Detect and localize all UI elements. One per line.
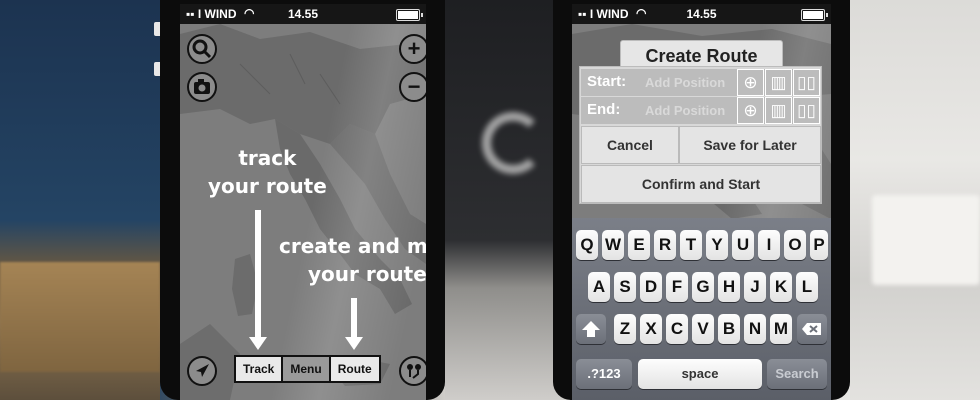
key-i[interactable]: I [758,230,780,260]
numbers-key[interactable]: .?123 [576,359,632,389]
key-r[interactable]: R [654,230,676,260]
annotation-line: create and mod [279,234,426,258]
key-y[interactable]: Y [706,230,728,260]
end-row: End: Add Position ⊕ ▥ ▯▯ [581,97,820,124]
key-n[interactable]: N [744,314,766,344]
clock: 14.55 [686,7,717,21]
end-position-input[interactable]: Add Position [645,103,725,118]
search-icon [192,39,212,59]
key-l[interactable]: L [796,272,818,302]
background-shelf [0,262,160,372]
key-w[interactable]: W [602,230,624,260]
background-left [0,0,160,400]
book-icon[interactable]: ▯▯ [793,97,820,124]
camera-icon [194,79,210,94]
annotation-route: create and mod your route [279,232,426,288]
key-x[interactable]: X [640,314,662,344]
key-b[interactable]: B [718,314,740,344]
key-p[interactable]: P [810,230,828,260]
arrow-to-track [249,210,267,350]
book-icon[interactable]: ▯▯ [793,69,820,96]
zoom-out-button[interactable]: − [399,72,426,102]
route-pins-button[interactable] [399,356,426,386]
phone-right: ▪▪ I WIND ◠ 14.55 Create Route Start: Ad… [553,0,850,400]
location-arrow-icon [196,364,209,377]
create-route-form: Start: Add Position ⊕ ▥ ▯▯ End: Add Posi… [579,66,822,204]
annotation-line: track [238,146,297,170]
background-printer [872,195,980,285]
clock: 14.55 [287,7,319,21]
key-a[interactable]: A [588,272,610,302]
status-bar: ▪▪ I WIND ◠ 14.55 [572,4,831,24]
minus-icon: − [407,74,421,99]
search-key[interactable]: Search [767,359,827,389]
key-f[interactable]: F [666,272,688,302]
space-key[interactable]: space [638,359,762,389]
map-icon[interactable]: ▥ [765,97,792,124]
key-e[interactable]: E [628,230,650,260]
map-icon[interactable]: ▥ [765,69,792,96]
crosshair-icon[interactable]: ⊕ [737,97,764,124]
bottom-segmented-bar: Track Menu Route [234,355,381,383]
save-for-later-button[interactable]: Save for Later [679,126,821,164]
plus-icon: + [407,36,421,61]
key-d[interactable]: D [640,272,662,302]
confirm-and-start-button[interactable]: Confirm and Start [581,165,821,203]
map-screen: ▪▪ I WIND ◠ 14.55 + − track your route c… [180,4,426,400]
phone-side-button [154,22,160,36]
key-u[interactable]: U [732,230,754,260]
key-s[interactable]: S [614,272,636,302]
keyboard: Q W E R T Y U I O P A S D F G H J K L Z … [572,218,831,400]
start-position-input[interactable]: Add Position [645,75,725,90]
route-pins-icon [407,364,421,379]
key-z[interactable]: Z [614,314,636,344]
track-button[interactable]: Track [236,357,284,381]
key-q[interactable]: Q [576,230,598,260]
key-m[interactable]: M [770,314,792,344]
key-j[interactable]: J [744,272,766,302]
locate-button[interactable] [187,356,217,386]
battery-icon [396,9,423,21]
route-button[interactable]: Route [330,357,379,381]
start-row: Start: Add Position ⊕ ▥ ▯▯ [581,69,820,96]
cancel-button[interactable]: Cancel [581,126,679,164]
key-g[interactable]: G [692,272,714,302]
camera-button[interactable] [187,72,217,102]
arrow-to-route [345,298,363,350]
key-k[interactable]: K [770,272,792,302]
annotation-line: your route [208,174,327,198]
key-h[interactable]: H [718,272,740,302]
background-middle [445,0,570,400]
battery-icon [801,9,828,21]
backspace-icon [802,323,821,335]
crosshair-icon[interactable]: ⊕ [737,69,764,96]
zoom-in-button[interactable]: + [399,34,426,64]
phone-side-button [154,62,160,76]
key-o[interactable]: O [784,230,806,260]
annotation-track: track your route [208,144,327,200]
annotation-line: your route [307,262,426,286]
create-route-screen: ▪▪ I WIND ◠ 14.55 Create Route Start: Ad… [572,4,831,400]
menu-button[interactable]: Menu [283,357,331,381]
search-button[interactable] [187,34,217,64]
end-label: End: [587,101,621,118]
key-c[interactable]: C [666,314,688,344]
background-logo [482,112,544,174]
key-v[interactable]: V [692,314,714,344]
shift-icon [582,321,600,337]
key-t[interactable]: T [680,230,702,260]
start-label: Start: [587,73,627,90]
backspace-key[interactable] [797,314,827,344]
phone-left: ▪▪ I WIND ◠ 14.55 + − track your route c… [154,0,445,400]
shift-key[interactable] [576,314,606,344]
status-bar: ▪▪ I WIND ◠ 14.55 [180,4,426,24]
